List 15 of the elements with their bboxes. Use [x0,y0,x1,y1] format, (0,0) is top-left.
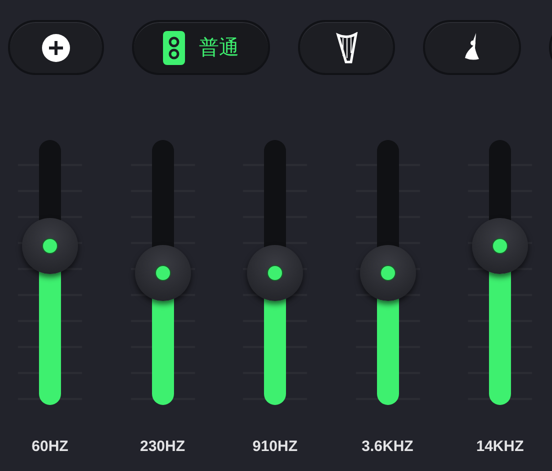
slider-thumb[interactable] [22,218,78,274]
preset-button[interactable]: 普通 [132,20,270,75]
frequency-label: 60HZ [32,438,68,455]
slider-thumb[interactable] [472,218,528,274]
frequency-label: 14KHZ [476,438,524,455]
plus-icon [42,34,70,62]
frequency-label: 910HZ [252,438,298,455]
harp-icon [336,32,358,64]
speaker-icon [163,30,185,64]
frequency-label: 3.6KHZ [362,438,414,455]
frequency-label: 230HZ [140,438,186,455]
slider-thumb[interactable] [247,244,303,300]
slider-thumb[interactable] [360,244,416,300]
dancer-icon [462,32,482,62]
slider-thumb[interactable] [134,244,190,300]
